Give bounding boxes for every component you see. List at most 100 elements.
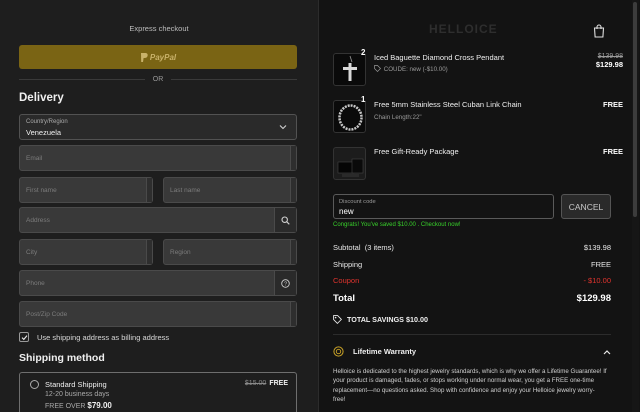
free-over-amount: $79.00	[87, 401, 112, 410]
badge-icon	[333, 346, 344, 357]
checkmark-icon	[21, 334, 27, 340]
total-savings-label: TOTAL SAVINGS $10.00	[347, 315, 428, 324]
phone-field[interactable]: Phone ?	[19, 270, 297, 296]
billing-address-checkbox[interactable]	[19, 332, 29, 342]
shopping-bag-icon[interactable]	[593, 24, 605, 38]
address-search-button[interactable]	[274, 208, 296, 232]
shipping-value: FREE	[590, 260, 611, 269]
billing-address-checkbox-row[interactable]: Use shipping address as billing address	[19, 332, 169, 342]
warranty-description: Helloice is dedicated to the highest jew…	[333, 368, 607, 404]
checkout-form-panel: Express checkout PayPal OR Delivery Coun…	[0, 0, 318, 412]
item-discount-line: COUDE: new (-$10.00)	[374, 65, 448, 73]
item-title: Iced Baguette Diamond Cross Pendant	[374, 53, 505, 62]
subtotal-label: Subtotal	[333, 243, 361, 252]
country-value: Venezuela	[26, 128, 62, 137]
item-quantity: 1	[361, 95, 366, 104]
shipping-old-price: $15.00	[244, 380, 267, 387]
free-over-label: FREE OVER	[45, 403, 86, 410]
subtotal-row: Subtotal (3 items) $139.98	[333, 243, 611, 252]
region-field[interactable]: Region	[163, 239, 297, 265]
last-name-field[interactable]: Last name	[163, 177, 297, 203]
discount-code-input[interactable]: Discount code new	[333, 194, 554, 219]
item-price: FREE	[603, 147, 623, 156]
email-placeholder: Email	[26, 155, 43, 162]
total-label: Total	[333, 293, 355, 304]
country-select[interactable]: Country/Region Venezuela	[19, 114, 297, 140]
scrollbar[interactable]	[632, 0, 639, 412]
item-new-price: FREE	[602, 147, 623, 156]
total-savings: TOTAL SAVINGS $10.00	[333, 315, 428, 324]
search-icon	[281, 215, 290, 225]
or-label: OR	[152, 76, 164, 83]
email-field[interactable]: Email	[19, 145, 297, 171]
product-image-cross-pendant	[333, 53, 366, 86]
item-title: Free 5mm Stainless Steel Cuban Link Chai…	[374, 100, 522, 109]
item-title: Free Gift-Ready Package	[374, 147, 459, 156]
tag-icon	[333, 315, 342, 324]
city-placeholder: City	[26, 249, 38, 256]
order-summary-panel: HELLOICE 2 Iced Baguette Diamond Cross P…	[318, 0, 640, 412]
express-checkout-label: Express checkout	[129, 24, 189, 33]
delivery-title: Delivery	[19, 92, 64, 104]
item-new-price: FREE	[602, 100, 623, 109]
item-variant: Chain Length:22"	[374, 114, 422, 121]
product-image-cuban-chain	[333, 100, 366, 133]
shipping-option-price: $15.00 FREE	[245, 380, 288, 387]
shipping-option-standard[interactable]: Standard Shipping 12-20 business days FR…	[19, 372, 297, 412]
paypal-icon	[140, 52, 148, 62]
last-name-placeholder: Last name	[170, 187, 201, 194]
item-price: FREE	[603, 100, 623, 109]
item-discount-text: COUDE: new (-$10.00)	[383, 66, 448, 73]
field-edge	[146, 178, 152, 202]
phone-help-button[interactable]: ?	[274, 271, 296, 295]
field-edge	[146, 240, 152, 264]
scrollbar-thumb[interactable]	[633, 2, 637, 217]
address-field[interactable]: Address	[19, 207, 297, 233]
coupon-row: Coupon - $10.00	[333, 276, 611, 285]
divider	[333, 334, 611, 335]
shipping-price: FREE	[269, 380, 288, 387]
shipping-row: Shipping FREE	[333, 260, 611, 269]
billing-address-label: Use shipping address as billing address	[37, 332, 170, 342]
chevron-up-icon[interactable]	[603, 349, 611, 355]
postal-code-field[interactable]: Post/Zip Code	[19, 301, 297, 327]
discount-code-value: new	[339, 207, 354, 216]
item-price: $139.98 $129.98	[596, 53, 623, 69]
or-divider: OR	[19, 76, 297, 83]
coupon-value: - $10.00	[583, 276, 611, 285]
subtotal-value: $139.98	[583, 243, 611, 252]
lifetime-warranty-section: Lifetime Warranty Helloice is dedicated …	[333, 346, 611, 405]
total-value: $129.98	[576, 293, 611, 304]
field-edge	[290, 302, 296, 326]
shipping-free-over: FREE OVER $79.00	[45, 401, 112, 410]
first-name-field[interactable]: First name	[19, 177, 153, 203]
coupon-label: Coupon	[333, 276, 360, 285]
region-placeholder: Region	[170, 249, 191, 256]
help-icon: ?	[281, 278, 290, 288]
first-name-placeholder: First name	[26, 187, 57, 194]
country-label: Country/Region	[26, 119, 68, 125]
item-new-price: $129.98	[595, 60, 623, 69]
address-placeholder: Address	[26, 217, 50, 224]
svg-text:?: ?	[284, 281, 287, 287]
shipping-label: Shipping	[333, 260, 363, 269]
shipping-option-name: Standard Shipping	[45, 380, 107, 389]
item-quantity: 2	[361, 48, 366, 57]
phone-placeholder: Phone	[26, 280, 45, 287]
shipping-method-title: Shipping method	[19, 352, 105, 364]
warranty-header[interactable]: Lifetime Warranty	[333, 346, 611, 357]
paypal-label: PayPal	[149, 52, 177, 62]
product-image-gift-package	[333, 147, 366, 180]
discount-success-message: Congrats! You've saved $10.00 . Checkout…	[333, 222, 461, 228]
warranty-title: Lifetime Warranty	[353, 347, 417, 356]
city-field[interactable]: City	[19, 239, 153, 265]
total-row: Total $129.98	[333, 293, 611, 304]
postal-code-placeholder: Post/Zip Code	[26, 311, 68, 318]
shipping-option-days: 12-20 business days	[45, 391, 110, 398]
field-edge	[290, 178, 296, 202]
shipping-radio[interactable]	[30, 380, 39, 389]
field-edge	[290, 146, 296, 170]
paypal-button[interactable]: PayPal	[19, 45, 297, 69]
subtotal-count: (3 items)	[364, 243, 394, 252]
cancel-discount-button[interactable]: CANCEL	[561, 194, 611, 219]
